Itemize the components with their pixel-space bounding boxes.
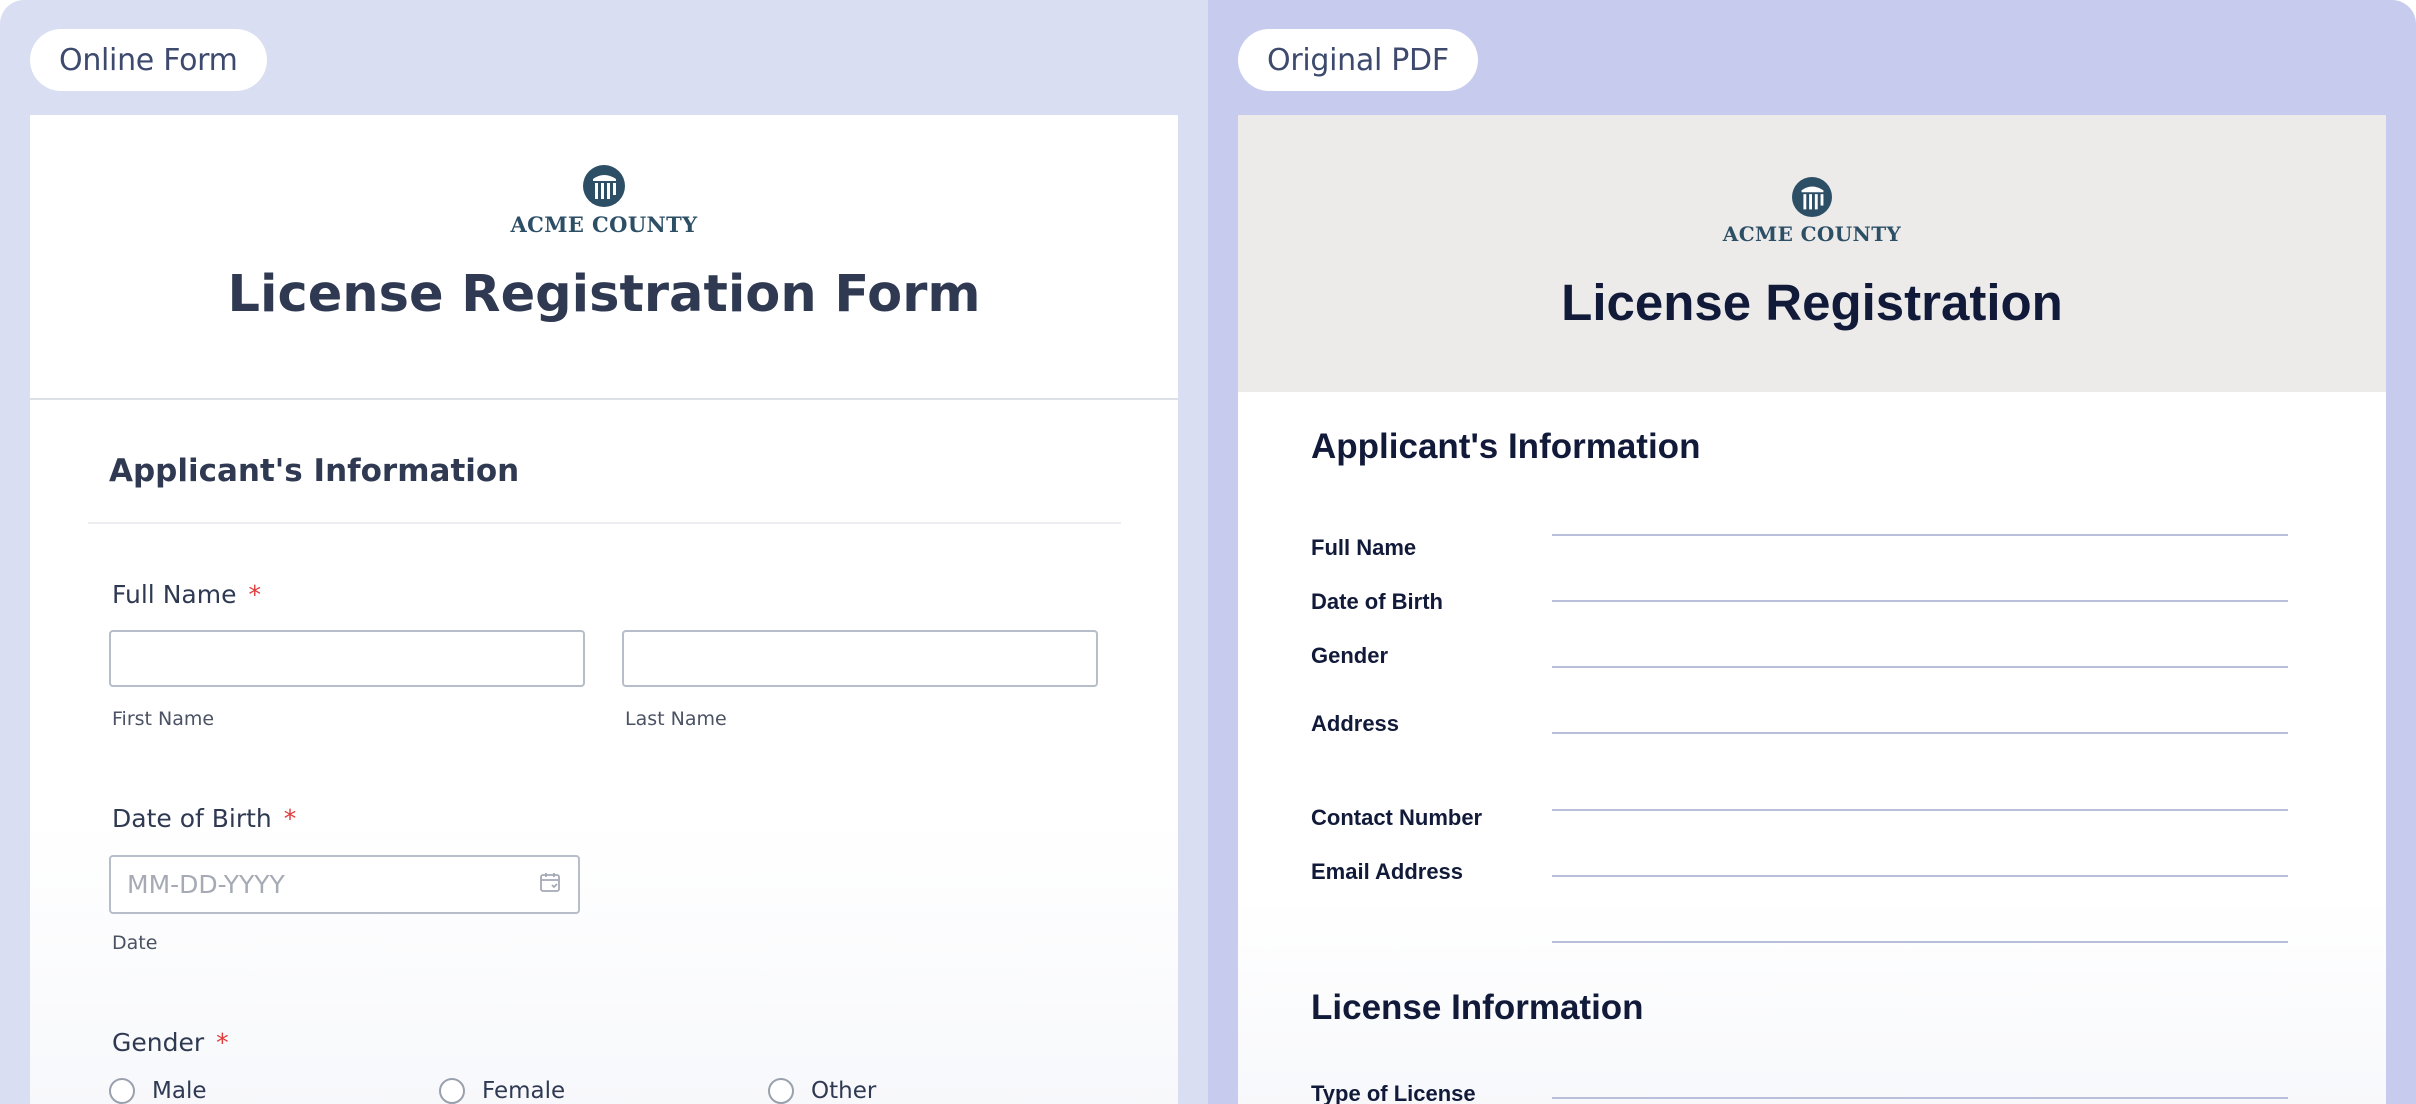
online-form-tab[interactable]: Online Form (30, 29, 267, 91)
county-building-icon (583, 165, 625, 207)
date-of-birth-label: Date of Birth * (112, 804, 296, 833)
last-name-sublabel: Last Name (625, 708, 727, 730)
pdf-label-full-name: Full Name (1311, 535, 1417, 560)
pdf-section-license: License Information (1311, 988, 1644, 1027)
pdf-line-contact-number (1552, 809, 2288, 811)
pdf-page: ACME COUNTY License Registration Applica… (1238, 115, 2386, 1104)
gender-option-label: Male (152, 1078, 207, 1104)
date-placeholder: MM-DD-YYYY (127, 870, 285, 899)
online-form-pane: Online Form ACME COUNTY License Registra… (0, 0, 1208, 1104)
pdf-section-applicant: Applicant's Information (1311, 427, 1701, 466)
pdf-line-address (1552, 732, 2288, 734)
full-name-label: Full Name * (112, 580, 261, 609)
pdf-title: License Registration (1561, 274, 2063, 331)
calendar-icon[interactable] (538, 870, 562, 900)
online-form-tab-label: Online Form (59, 42, 238, 78)
county-building-icon (1792, 177, 1832, 217)
acme-county-logo: ACME COUNTY (1238, 177, 2386, 246)
pdf-header: ACME COUNTY License Registration (1238, 115, 2386, 392)
last-name-input[interactable] (622, 630, 1098, 687)
gender-label: Gender * (112, 1028, 229, 1057)
pdf-label-date-of-birth: Date of Birth (1311, 589, 1443, 614)
original-pdf-tab-label: Original PDF (1267, 42, 1449, 78)
online-form-card: ACME COUNTY License Registration Form Ap… (30, 115, 1178, 1104)
required-asterisk: * (248, 580, 261, 609)
date-sublabel: Date (112, 932, 158, 954)
pdf-line-full-name (1552, 534, 2288, 536)
gender-option-other[interactable]: Other (768, 1078, 876, 1104)
original-pdf-pane: Original PDF ACME COUNTY License Registr… (1208, 0, 2416, 1104)
radio-button[interactable] (109, 1078, 135, 1104)
pdf-label-type-of-license: Type of License (1311, 1081, 1476, 1104)
gender-option-female[interactable]: Female (439, 1078, 565, 1104)
required-asterisk: * (216, 1028, 229, 1057)
logo-text: ACME COUNTY (1722, 222, 1902, 246)
pdf-line-type-of-license (1552, 1097, 2288, 1099)
radio-button[interactable] (439, 1078, 465, 1104)
pdf-label-gender: Gender (1311, 643, 1389, 668)
gender-option-male[interactable]: Male (109, 1078, 206, 1104)
section-title: Applicant's Information (109, 453, 520, 489)
section-divider (88, 522, 1121, 524)
gender-option-label: Female (482, 1078, 566, 1104)
date-of-birth-input[interactable]: MM-DD-YYYY (109, 855, 580, 914)
acme-county-logo: ACME COUNTY (30, 165, 1178, 237)
form-title: License Registration Form (227, 265, 981, 324)
first-name-sublabel: First Name (112, 708, 215, 730)
date-of-birth-label-text: Date of Birth (112, 804, 272, 833)
pdf-label-address: Address (1311, 711, 1400, 736)
pdf-line-email-address (1552, 875, 2288, 877)
form-header: ACME COUNTY License Registration Form (30, 115, 1178, 400)
gender-label-text: Gender (112, 1028, 205, 1057)
original-pdf-tab[interactable]: Original PDF (1238, 29, 1478, 91)
pdf-label-email-address: Email Address (1311, 859, 1464, 884)
required-asterisk: * (283, 804, 297, 833)
full-name-label-text: Full Name (112, 580, 237, 609)
logo-text: ACME COUNTY (510, 212, 698, 237)
pdf-line-gender (1552, 666, 2288, 668)
gender-option-label: Other (811, 1078, 877, 1104)
pdf-line-date-of-birth (1552, 600, 2288, 602)
pdf-line-extra (1552, 941, 2288, 943)
first-name-input[interactable] (109, 630, 585, 687)
radio-button[interactable] (768, 1078, 794, 1104)
pdf-label-contact-number: Contact Number (1311, 805, 1483, 830)
